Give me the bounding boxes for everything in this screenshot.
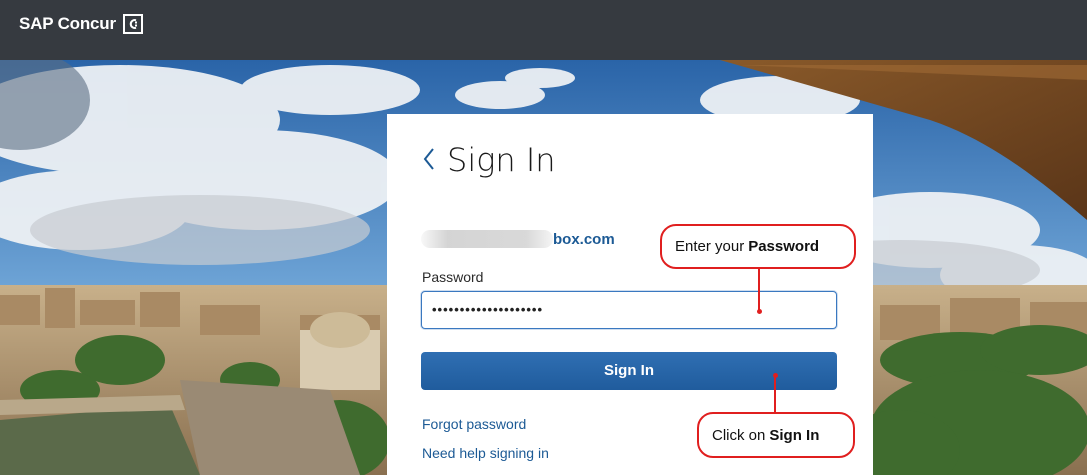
top-navigation-bar: SAP Concur [0,0,1087,60]
email-domain-text: box.com [553,230,615,248]
callout-text: Enter your [675,238,745,255]
brand-logo[interactable]: SAP Concur [19,14,143,34]
brand-name: SAP Concur [19,14,116,33]
sign-in-callout-leader-line [774,375,776,412]
user-email: box.com [421,230,615,248]
password-callout-pointer-dot [757,309,762,314]
concur-c-logo-icon [122,14,143,34]
callout-bold-text: Sign In [769,426,820,444]
password-instruction-callout: Enter your Password [660,224,856,269]
sign-in-instruction-callout: Click on Sign In [697,412,855,458]
forgot-password-link[interactable]: Forgot password [422,416,526,432]
sign-in-callout-pointer-dot [773,373,778,378]
password-callout-leader-line [758,269,760,312]
need-help-signing-in-link[interactable]: Need help signing in [422,445,549,461]
callout-bold-text: Password [748,238,820,255]
redacted-email-blur [421,230,553,248]
password-label: Password [422,269,484,285]
page-title: Sign In [447,141,556,179]
password-input[interactable]: •••••••••••••••••••• [421,291,837,329]
chevron-left-icon[interactable] [422,146,436,172]
callout-text: Click on [712,426,766,444]
